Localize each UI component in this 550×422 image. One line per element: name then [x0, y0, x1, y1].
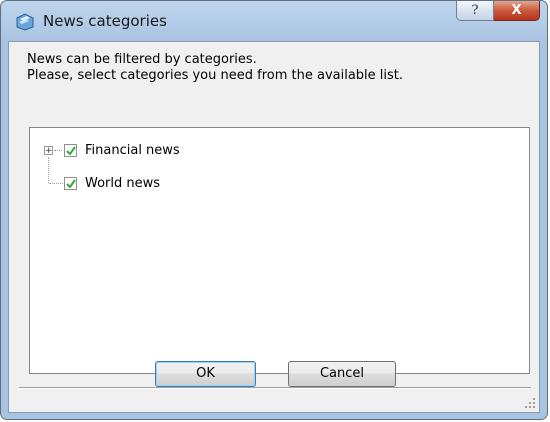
title-bar[interactable]: News categories ? X — [1, 1, 547, 41]
world-news-label: World news — [85, 175, 161, 191]
dialog-window: News categories ? X News can be filtered… — [0, 0, 548, 420]
news-app-icon — [16, 13, 34, 31]
tree-item-world-news[interactable]: World news — [64, 174, 160, 192]
category-tree[interactable]: + Financial news World news — [29, 127, 530, 374]
description-line-2: Please, select categories you need from … — [27, 68, 404, 83]
window-title: News categories — [43, 12, 167, 30]
expand-icon[interactable]: + — [44, 146, 53, 156]
check-icon — [66, 178, 76, 189]
separator — [19, 387, 531, 389]
close-button[interactable]: X — [494, 1, 540, 21]
cancel-button[interactable]: Cancel — [288, 361, 396, 387]
tree-connector-2 — [49, 183, 63, 184]
tree-connector-vertical — [48, 157, 49, 183]
description-text: News can be filtered by categories. Plea… — [27, 52, 403, 84]
ok-button[interactable]: OK — [155, 361, 256, 387]
tree-item-financial-news[interactable]: Financial news — [64, 141, 180, 159]
dialog-client-area: News can be filtered by categories. Plea… — [8, 41, 540, 413]
tree-connector-1 — [54, 150, 62, 151]
world-news-checkbox[interactable] — [64, 176, 77, 190]
resize-grip-icon[interactable] — [524, 397, 536, 409]
financial-news-checkbox[interactable] — [64, 143, 77, 157]
financial-news-label: Financial news — [85, 142, 180, 158]
titlebar-buttons: ? X — [456, 1, 540, 22]
description-line-1: News can be filtered by categories. — [27, 52, 257, 67]
help-button[interactable]: ? — [456, 1, 494, 21]
check-icon — [66, 145, 76, 156]
